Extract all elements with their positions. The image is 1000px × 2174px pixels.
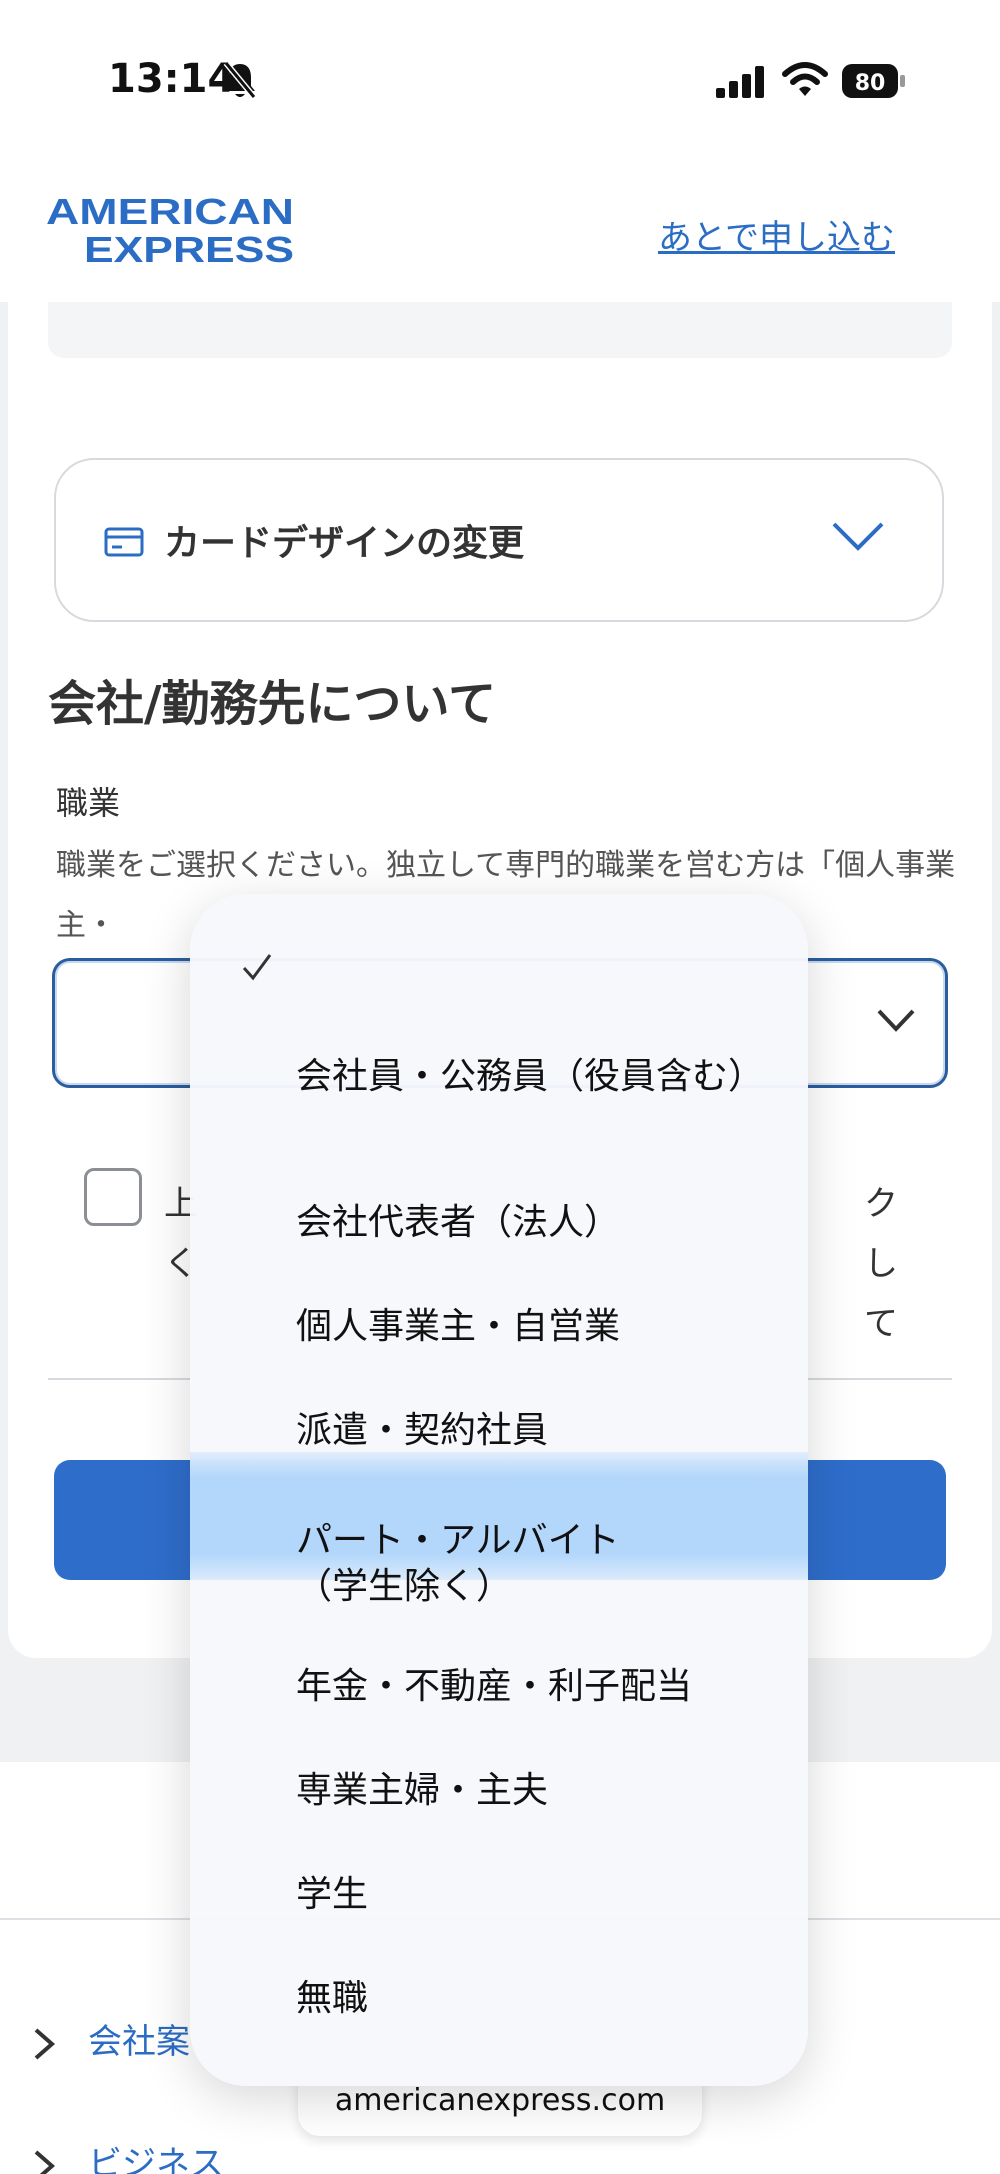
chevron-down-icon (877, 1009, 915, 1032)
picker-option[interactable]: 個人事業主・自営業 (296, 1304, 766, 1350)
chevron-right-icon (34, 2149, 56, 2174)
status-time: 13:14 (108, 56, 236, 102)
cellular-signal-icon (716, 66, 764, 98)
card-design-label: カードデザインの変更 (164, 523, 525, 564)
picker-option[interactable]: 無職 (296, 1976, 766, 2022)
consent-checkbox[interactable] (84, 1168, 142, 1226)
picker-option[interactable]: 専業主婦・主夫 (296, 1768, 766, 1814)
info-box (48, 302, 952, 358)
wifi-icon (782, 62, 828, 96)
chevron-down-icon (832, 522, 884, 551)
chevron-right-icon (34, 2027, 56, 2060)
status-bar: 13:14 80 (0, 0, 1000, 160)
card-design-accordion[interactable]: カードデザインの変更 (54, 458, 944, 622)
bell-slash-icon (223, 61, 257, 99)
site-header: AMERICAN EXPRESS あとで申し込む (0, 160, 1000, 302)
footer-link-business[interactable]: ビジネス (30, 2136, 224, 2174)
battery-level: 80 (855, 71, 886, 96)
footer-link-company[interactable]: 会社案 (30, 2014, 190, 2063)
occupation-picker: 会社員・公務員（役員含む） 会社代表者（法人） 個人事業主・自営業 派遣・契約社… (190, 894, 808, 2086)
svg-text:EXPRESS: EXPRESS (84, 229, 294, 266)
apply-later-link[interactable]: あとで申し込む (658, 210, 895, 259)
credit-card-icon (104, 527, 144, 557)
occupation-label: 職業 (56, 784, 121, 822)
picker-option[interactable]: 会社代表者（法人） (296, 1200, 766, 1246)
picker-option[interactable]: 派遣・契約社員 (296, 1408, 766, 1454)
section-title: 会社/勤務先について (48, 676, 497, 732)
picker-option[interactable]: 年金・不動産・利子配当 (296, 1664, 766, 1710)
battery-icon: 80 (842, 64, 906, 98)
picker-option[interactable]: 会社員・公務員（役員含む） (296, 1054, 766, 1100)
picker-option[interactable]: 学生 (296, 1872, 766, 1918)
svg-text:AMERICAN: AMERICAN (46, 191, 294, 232)
amex-logo[interactable]: AMERICAN EXPRESS (46, 190, 298, 266)
picker-option[interactable]: パート・アルバイト（学生除く） (296, 1518, 656, 1610)
checkmark-icon (242, 954, 272, 981)
